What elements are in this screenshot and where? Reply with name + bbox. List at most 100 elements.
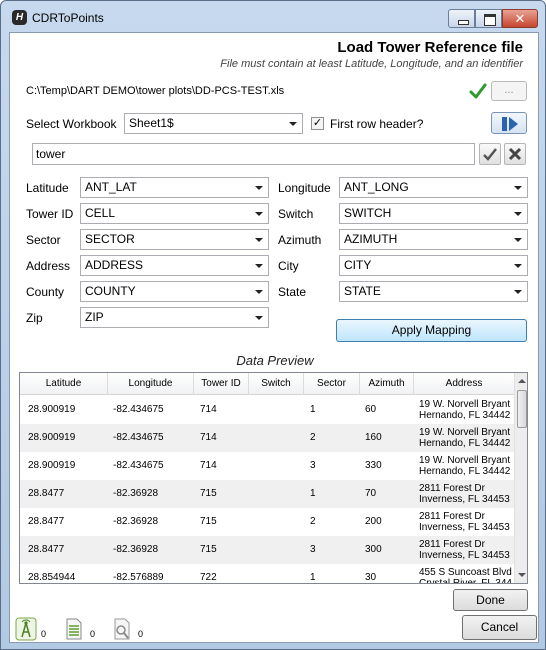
clear-filter-button[interactable] — [504, 143, 526, 165]
chevron-down-icon — [255, 290, 263, 294]
table-cell — [255, 480, 303, 508]
longitude-value: ANT_LONG — [344, 180, 409, 194]
address-line-1: 19 W. Norvell Bryant Hwy — [419, 399, 512, 410]
table-row[interactable]: 28.8477 -82.36928 715 2 200 2811 Forest Dr Inv… — [20, 508, 515, 536]
table-cell: -82.36928 — [113, 488, 159, 499]
address-value: ADDRESS — [85, 258, 144, 272]
table-cell: 714 — [200, 460, 217, 471]
table-cell: 715 — [200, 516, 217, 527]
address-line-1: 2811 Forest Dr — [419, 483, 485, 494]
table-row[interactable]: 28.8477 -82.36928 715 3 300 2811 Forest Dr Inv… — [20, 536, 515, 564]
table-cell: 1 — [310, 572, 316, 583]
table-cell — [255, 536, 303, 564]
scroll-thumb[interactable] — [517, 390, 527, 428]
table-row[interactable]: 28.900919 -82.434675 714 1 60 19 W. Norvell B… — [20, 396, 515, 424]
tower-id-select[interactable]: CELL — [80, 203, 269, 224]
done-button[interactable]: Done — [453, 589, 528, 611]
address-line-2: Hernando, FL 34442 — [419, 466, 511, 477]
cancel-button[interactable]: Cancel — [462, 615, 537, 640]
table-cell: 200 — [365, 516, 382, 527]
column-header[interactable]: Tower ID — [194, 373, 249, 395]
scroll-up-icon[interactable] — [518, 379, 526, 383]
sector-select[interactable]: SECTOR — [80, 229, 269, 250]
column-header[interactable]: Sector — [304, 373, 360, 395]
table-cell: 714 — [200, 404, 217, 415]
switch-label: Switch — [278, 207, 314, 221]
azimuth-select[interactable]: AZIMUTH — [339, 229, 528, 250]
table-cell: 3 — [310, 544, 316, 555]
chevron-down-icon — [255, 238, 263, 242]
apply-mapping-button[interactable]: Apply Mapping — [336, 319, 527, 342]
close-button[interactable]: ✕ — [502, 9, 538, 28]
app-logo-icon: H — [12, 10, 27, 25]
data-preview-table[interactable]: Latitude Longitude Tower ID Switch Secto… — [19, 372, 528, 584]
table-row[interactable]: 28.900919 -82.434675 714 2 160 19 W. Norvell … — [20, 424, 515, 452]
document-count: 0 — [90, 629, 96, 639]
panel-toggle-button[interactable] — [491, 112, 527, 134]
workbook-select[interactable]: Sheet1$ — [124, 113, 303, 134]
address-line-2: Inverness, FL 34453 — [419, 522, 510, 533]
first-row-header-checkbox[interactable]: ✓ — [311, 117, 324, 130]
scroll-down-icon[interactable] — [518, 573, 526, 577]
vertical-scrollbar[interactable] — [514, 373, 527, 583]
state-select[interactable]: STATE — [339, 281, 528, 302]
table-cell: 160 — [365, 432, 382, 443]
chevron-down-icon — [255, 212, 263, 216]
chevron-down-icon — [514, 264, 522, 268]
maximize-button[interactable] — [475, 9, 502, 28]
column-header[interactable]: Switch — [249, 373, 304, 395]
table-cell: 2 — [310, 432, 316, 443]
column-header[interactable]: Azimuth — [360, 373, 414, 395]
page-subtitle: File must contain at least Latitude, Lon… — [220, 58, 523, 70]
tower-count: 0 — [41, 629, 47, 639]
table-cell: 28.8477 — [28, 488, 65, 499]
table-cell: 28.8477 — [28, 544, 65, 555]
address-line-1: 2811 Forest Dr — [419, 539, 485, 550]
county-select[interactable]: COUNTY — [80, 281, 269, 302]
state-label: State — [278, 285, 307, 299]
table-cell: 2 — [310, 516, 316, 527]
state-value: STATE — [344, 284, 381, 298]
column-header[interactable]: Latitude — [20, 373, 108, 395]
accept-filter-button[interactable] — [479, 143, 501, 165]
switch-select[interactable]: SWITCH — [339, 203, 528, 224]
title-bar[interactable]: H CDRToPoints ✕ — [1, 1, 545, 32]
column-header[interactable]: Longitude — [108, 373, 194, 395]
first-row-header-label: First row header? — [330, 117, 424, 131]
address-line-1: 19 W. Norvell Bryant Hwy — [419, 455, 512, 466]
table-cell: 60 — [365, 404, 377, 415]
column-header[interactable]: Address — [414, 373, 515, 395]
table-cell: 70 — [365, 488, 377, 499]
city-label: City — [278, 259, 299, 273]
browse-button[interactable]: ... — [491, 81, 527, 101]
table-cell: 28.854944 — [28, 572, 76, 583]
minimize-button[interactable] — [448, 9, 475, 28]
table-cell: 330 — [365, 460, 382, 471]
table-cell — [255, 452, 303, 480]
table-row[interactable]: 28.854944 -82.576889 722 1 30 455 S Suncoast … — [20, 564, 515, 583]
table-row[interactable]: 28.900919 -82.434675 714 3 330 19 W. Norvell … — [20, 452, 515, 480]
latitude-value: ANT_LAT — [85, 180, 137, 194]
table-cell: 28.900919 — [28, 404, 76, 415]
address-cell: 19 W. Norvell Bryant HwyHernando, FL 344… — [419, 452, 512, 480]
table-cell: 715 — [200, 544, 217, 555]
switch-value: SWITCH — [344, 206, 392, 220]
table-row[interactable]: 28.8477 -82.36928 715 1 70 2811 Forest Dr Inve… — [20, 480, 515, 508]
address-select[interactable]: ADDRESS — [80, 255, 269, 276]
longitude-select[interactable]: ANT_LONG — [339, 177, 528, 198]
table-cell: -82.36928 — [113, 544, 159, 555]
chevron-down-icon — [514, 186, 522, 190]
address-line-2: Inverness, FL 34453 — [419, 550, 510, 561]
city-select[interactable]: CITY — [339, 255, 528, 276]
zip-select[interactable]: ZIP — [80, 307, 269, 328]
address-cell: 455 S Suncoast BlvdCrystal River, FL 344… — [419, 564, 512, 583]
table-cell: 30 — [365, 572, 377, 583]
table-cell — [255, 424, 303, 452]
table-header: Latitude Longitude Tower ID Switch Secto… — [20, 373, 515, 395]
workbook-value: Sheet1$ — [129, 116, 174, 130]
tower-icon — [15, 617, 37, 641]
main-window: H CDRToPoints ✕ Load Tower Reference fil… — [0, 0, 546, 650]
latitude-select[interactable]: ANT_LAT — [80, 177, 269, 198]
filter-input[interactable]: tower — [32, 143, 475, 165]
address-label: Address — [26, 259, 71, 273]
